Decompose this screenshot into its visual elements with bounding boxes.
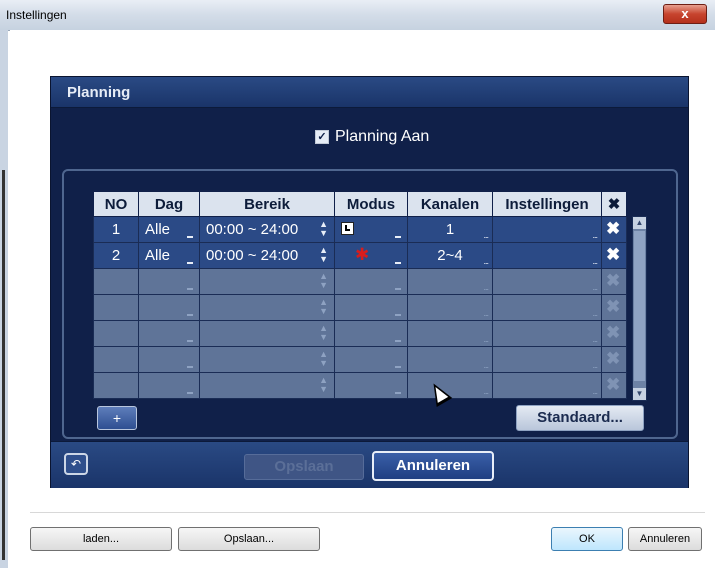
schedule-table: NO Dag Bereik Modus Kanalen Instellingen… xyxy=(93,191,627,399)
delete-icon: ✖ xyxy=(606,375,621,394)
window-title: Instellingen xyxy=(6,8,67,22)
row-range-spinner[interactable]: 00:00 ~ 24:00 ▲ ▼ xyxy=(199,242,335,269)
row-no: 2 xyxy=(93,242,139,269)
table-header-row: NO Dag Bereik Modus Kanalen Instellingen… xyxy=(93,191,627,217)
save-as-button[interactable]: Opslaan... xyxy=(178,527,320,551)
table-row-empty: ▲ ▼...... ✖ xyxy=(93,320,627,347)
close-icon[interactable]: x xyxy=(663,4,707,24)
add-schedule-button[interactable]: + xyxy=(97,406,137,430)
header-channels: Kanalen xyxy=(407,191,493,217)
bottom-divider xyxy=(30,512,705,513)
table-row-empty: ▲ ▼...... ✖ xyxy=(93,294,627,321)
default-button[interactable]: Standaard... xyxy=(516,405,644,431)
panel-footer: ↶ Opslaan Annuleren xyxy=(51,441,688,488)
delete-icon: ✖ xyxy=(606,323,621,342)
scroll-up-icon[interactable]: ▲ xyxy=(633,217,646,229)
delete-icon: ✖ xyxy=(606,271,621,290)
ellipsis-icon: ... xyxy=(483,256,488,266)
ellipsis-icon: ... xyxy=(592,256,597,266)
planning-panel: Planning ✓ Planning Aan NO Dag Bereik Mo… xyxy=(50,76,689,488)
table-row[interactable]: 1 Alle 00:00 ~ 24:00 ▲ ▼ 1... ... ✖ xyxy=(93,216,627,243)
ellipsis-icon: ... xyxy=(592,230,597,240)
row-channels-button[interactable]: 2~4... xyxy=(407,242,493,269)
dropdown-icon xyxy=(187,236,193,238)
row-settings-button[interactable]: ... xyxy=(492,242,602,269)
schedule-toggle-label: Planning Aan xyxy=(335,128,430,145)
row-delete-button[interactable]: ✖ xyxy=(601,216,627,243)
dropdown-icon xyxy=(395,236,401,238)
window-cancel-button[interactable]: Annuleren xyxy=(628,527,702,551)
row-no: 1 xyxy=(93,216,139,243)
schedule-checkbox[interactable]: ✓ xyxy=(315,130,329,144)
dropdown-icon xyxy=(395,262,401,264)
window-titlebar: Instellingen x xyxy=(0,0,715,31)
header-delete-icon: ✖ xyxy=(601,191,627,217)
header-settings: Instellingen xyxy=(492,191,602,217)
delete-icon: ✖ xyxy=(606,219,621,238)
table-row-empty: ▲ ▼...... ✖ xyxy=(93,268,627,295)
row-day-select[interactable]: Alle xyxy=(138,242,200,269)
delete-icon: ✖ xyxy=(606,297,621,316)
ok-button[interactable]: OK xyxy=(551,527,623,551)
alarm-icon: ✱ xyxy=(355,245,370,264)
save-button-disabled: Opslaan xyxy=(244,454,364,480)
table-row-empty: ▲ ▼...... ✖ xyxy=(93,372,627,399)
panel-title: Planning xyxy=(67,84,131,101)
header-mode: Modus xyxy=(334,191,408,217)
load-button[interactable]: laden... xyxy=(30,527,172,551)
scroll-down-icon[interactable]: ▼ xyxy=(633,388,646,400)
row-delete-button[interactable]: ✖ xyxy=(601,242,627,269)
window-left-frame xyxy=(0,30,8,568)
row-range-spinner[interactable]: 00:00 ~ 24:00 ▲ ▼ xyxy=(199,216,335,243)
header-no: NO xyxy=(93,191,139,217)
ellipsis-icon: ... xyxy=(483,230,488,240)
record-icon xyxy=(341,222,354,235)
delete-icon: ✖ xyxy=(606,349,621,368)
header-day: Dag xyxy=(138,191,200,217)
row-mode-select[interactable] xyxy=(334,216,408,243)
header-range: Bereik xyxy=(199,191,335,217)
cancel-button[interactable]: Annuleren xyxy=(372,451,494,481)
spinner-icon[interactable]: ▲ ▼ xyxy=(319,220,328,238)
scroll-thumb[interactable] xyxy=(634,231,645,381)
row-settings-button[interactable]: ... xyxy=(492,216,602,243)
schedule-toggle[interactable]: ✓ Planning Aan xyxy=(315,127,429,147)
back-icon[interactable]: ↶ xyxy=(64,453,88,475)
table-row[interactable]: 2 Alle 00:00 ~ 24:00 ▲ ▼ ✱ 2~4... ... ✖ xyxy=(93,242,627,269)
panel-header: Planning xyxy=(51,77,688,108)
row-channels-button[interactable]: 1... xyxy=(407,216,493,243)
delete-icon: ✖ xyxy=(606,245,621,264)
row-mode-select[interactable]: ✱ xyxy=(334,242,408,269)
dropdown-icon xyxy=(187,262,193,264)
table-row-empty: ▲ ▼...... ✖ xyxy=(93,346,627,373)
row-day-select[interactable]: Alle xyxy=(138,216,200,243)
spinner-icon[interactable]: ▲ ▼ xyxy=(319,246,328,264)
table-scrollbar[interactable]: ▲ ▼ xyxy=(632,216,647,401)
